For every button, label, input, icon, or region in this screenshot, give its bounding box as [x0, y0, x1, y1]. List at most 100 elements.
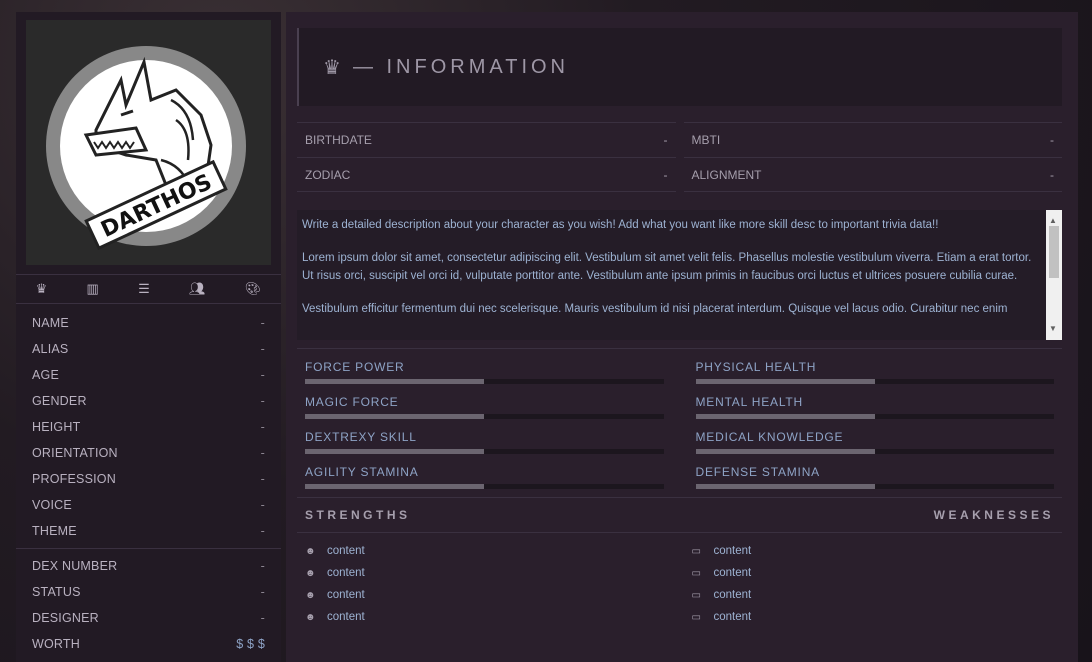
info-label: ALIGNMENT [691, 167, 762, 182]
skull-icon: ☻ [305, 567, 316, 579]
skull-icon: ☻ [305, 611, 316, 623]
stat-value: $ $ $ [236, 637, 265, 651]
scroll-down-icon[interactable]: ▼ [1049, 320, 1057, 339]
description-box[interactable]: Write a detailed description about your … [297, 210, 1062, 340]
divider [297, 348, 1062, 349]
skill-bar-fill [695, 414, 875, 419]
stat-label: AGE [32, 368, 59, 382]
skill-bar-fill [695, 379, 875, 384]
info-value: - [663, 133, 668, 147]
people-icon[interactable]: 👥︎ [189, 281, 206, 297]
skill-bar-fill [305, 379, 485, 384]
list-item: ☻ content [297, 584, 676, 606]
info-value: - [663, 167, 668, 182]
info-cell: ZODIAC - [297, 157, 676, 192]
divider [297, 497, 1062, 498]
stat-row: VOICE - [16, 492, 281, 518]
skill-bar [695, 449, 1054, 454]
list-icon[interactable]: ☰ [138, 281, 150, 297]
stat-row: DEX NUMBER - [16, 553, 281, 579]
stat-value: - [260, 585, 265, 599]
profile-stats: NAME - ALIAS - AGE - GENDER - HEIGHT - ORIENT… [16, 310, 281, 657]
crown-icon[interactable]: ♛ [36, 281, 48, 297]
stat-label: ORIENTATION [32, 446, 118, 460]
description-paragraph: Lorem ipsum dolor sit amet, consectetur … [302, 251, 1032, 283]
section-header: ♛ — INFORMATION [297, 28, 1062, 106]
skill-bar-fill [305, 414, 485, 419]
skill-bar [305, 484, 664, 489]
profile-nav: ♛ ▥ ☰ 👥︎ 🎨︎ [16, 274, 281, 304]
divider [16, 548, 281, 549]
skill-label: AGILITY STAMINA [305, 465, 419, 479]
description-paragraph: Write a detailed description about your … [302, 219, 939, 231]
stat-label: PROFESSION [32, 472, 116, 486]
skill-label: DEXTREXY SKILL [305, 430, 417, 444]
info-value: - [1050, 133, 1054, 147]
info-label: BIRTHDATE [305, 133, 372, 147]
info-label: ZODIAC [305, 167, 351, 182]
skill-label: MENTAL HEALTH [695, 395, 804, 409]
stat-value: - [260, 611, 265, 625]
skill-bar [695, 379, 1054, 384]
skill-bar-fill [305, 484, 485, 489]
strengths-title: STRENGTHS [305, 508, 411, 522]
skills-grid: FORCE POWER PHYSICAL HEALTH MAGIC FORCE MEN… [297, 356, 1062, 496]
skill-item: DEXTREXY SKILL [297, 426, 672, 461]
skill-label: DEFENSE STAMINA [695, 465, 820, 479]
skill-item: MAGIC FORCE [297, 391, 672, 426]
bandage-icon: ▭ [691, 545, 701, 557]
skill-bar [695, 484, 1054, 489]
info-cell: ALIGNMENT - [683, 157, 1062, 192]
avatar: DARTHOS [26, 20, 271, 265]
stat-row: GENDER - [16, 388, 281, 414]
skill-label: FORCE POWER [305, 360, 405, 374]
skull-icon: ☻ [305, 545, 316, 557]
info-grid: BIRTHDATE - MBTI - ZODIAC - ALIGNMENT - [297, 122, 1062, 192]
scrollbar[interactable]: ▲ ▼ [1046, 210, 1062, 340]
stat-label: HEIGHT [32, 420, 81, 434]
stat-value: - [260, 394, 265, 408]
list-item: ▭ content [684, 584, 1063, 606]
stat-label: DEX NUMBER [32, 559, 118, 573]
right-panel: ♛ — INFORMATION BIRTHDATE - MBTI - ZODIAC -… [286, 12, 1078, 662]
list-item-text: content [327, 567, 365, 579]
bandage-icon: ▭ [691, 611, 701, 623]
stat-row: WORTH $ $ $ [16, 631, 281, 657]
skill-item: PHYSICAL HEALTH [688, 356, 1063, 391]
skill-bar-fill [695, 449, 875, 454]
palette-icon[interactable]: 🎨︎ [245, 281, 262, 297]
skill-item: DEFENSE STAMINA [688, 461, 1063, 496]
list-item-text: content [713, 589, 752, 601]
skill-item: MEDICAL KNOWLEDGE [688, 426, 1063, 461]
info-cell: BIRTHDATE - [297, 122, 676, 157]
stat-row: AGE - [16, 362, 281, 388]
info-cell: MBTI - [683, 122, 1062, 157]
stat-value: - [260, 342, 265, 356]
list-item: ▭ content [684, 540, 1063, 562]
stat-value: - [260, 368, 265, 382]
list-item-text: content [327, 611, 365, 623]
list-item-text: content [713, 611, 752, 623]
darthos-logo: DARTHOS [46, 46, 246, 251]
skill-label: MEDICAL KNOWLEDGE [695, 430, 844, 444]
skull-icon: ☻ [305, 589, 316, 601]
divider [297, 532, 1062, 533]
scrollbar-thumb[interactable] [1049, 226, 1059, 278]
list-item-text: content [713, 567, 752, 579]
page-title: — INFORMATION [352, 55, 569, 78]
skill-item: AGILITY STAMINA [297, 461, 672, 496]
chart-icon[interactable]: ▥ [87, 281, 99, 297]
stat-value: - [260, 559, 265, 573]
stat-value: - [260, 498, 265, 512]
stat-label: ALIAS [32, 342, 69, 356]
stat-label: THEME [32, 524, 77, 538]
stat-label: STATUS [32, 585, 81, 599]
stat-row: ALIAS - [16, 336, 281, 362]
crown-icon: ♛ [323, 56, 341, 79]
list-item-text: content [327, 545, 365, 557]
description-paragraph: Vestibulum efficitur fermentum dui nec s… [302, 302, 1008, 315]
strengths-list: ☻ content ☻ content ☻ content ☻ content [297, 540, 676, 628]
stat-label: DESIGNER [32, 611, 99, 625]
list-item: ☻ content [297, 606, 676, 628]
bandage-icon: ▭ [691, 567, 701, 579]
